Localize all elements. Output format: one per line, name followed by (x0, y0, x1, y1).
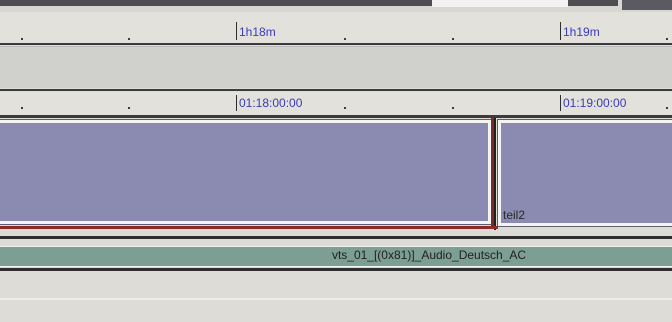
ruler-tick (452, 38, 454, 40)
timecode-label-01-18: 01:18:00:00 (239, 96, 303, 110)
ruler-major-tick (236, 22, 237, 40)
selection-marker-bar (0, 226, 498, 229)
audio-track-label: vts_01_[(0x81)]_Audio_Deutsch_AC (331, 248, 527, 262)
ruler-tick (666, 107, 668, 109)
video-clip-1[interactable] (0, 119, 492, 225)
ruler-tick (21, 107, 23, 109)
ruler-tick (452, 107, 454, 109)
ruler-major-tick (560, 95, 561, 111)
ruler-tick (666, 38, 668, 40)
top-bar-segment (622, 0, 672, 10)
ruler-major-tick (560, 22, 561, 40)
clip-boundary-line (494, 118, 496, 230)
top-bar-segment (568, 0, 618, 6)
ruler-major-tick (236, 95, 237, 111)
ruler-tick (344, 107, 346, 109)
empty-track-area (0, 271, 672, 322)
video-clip-teil2[interactable]: teil2 (497, 119, 672, 227)
clip-label: teil2 (503, 208, 526, 222)
ruler-tick (128, 38, 130, 40)
timecode-label-01-19: 01:19:00:00 (563, 96, 627, 110)
empty-track[interactable] (0, 46, 672, 88)
ruler-tick (21, 38, 23, 40)
ruler-divider (0, 43, 672, 45)
track-border (0, 46, 672, 47)
ruler-tick (344, 38, 346, 40)
track-divider (0, 298, 672, 300)
track-divider (0, 236, 672, 239)
ruler-label-1h19m: 1h19m (563, 25, 600, 39)
ruler-label-1h18m: 1h18m (239, 25, 276, 39)
top-bar-segment (0, 0, 432, 6)
top-bar-highlight (432, 0, 568, 7)
track-divider (0, 89, 672, 91)
ruler-tick (128, 107, 130, 109)
